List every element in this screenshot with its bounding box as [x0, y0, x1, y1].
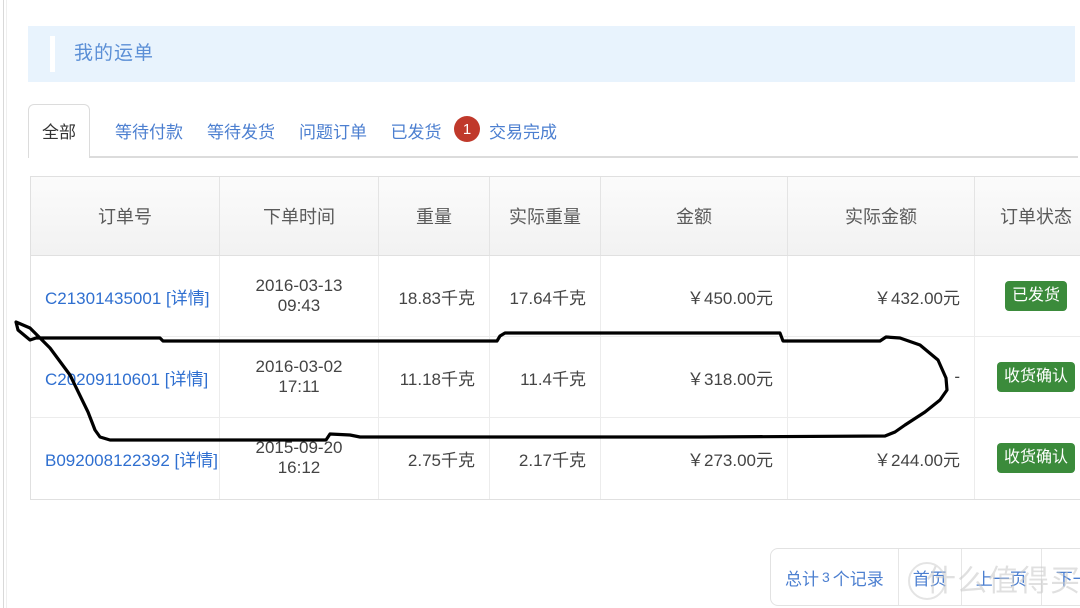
record-total-prefix: 总计 — [785, 569, 819, 589]
record-total-suffix: 个记录 — [832, 569, 884, 589]
cell-order-no: B092008122392 [详情] — [31, 417, 220, 499]
pagination-next-page[interactable]: 下一页 — [1042, 549, 1080, 605]
tab-label: 等待付款 — [115, 122, 183, 142]
cell-actual-weight: 11.4千克 — [489, 336, 601, 418]
page-left-border-inner — [6, 0, 7, 608]
tab-label: 已发货 — [390, 122, 442, 142]
header-accent-bar — [50, 36, 55, 72]
orders-table: 订单号 下单时间 重量 实际重量 金额 实际金额 订单状态 C213014350… — [31, 177, 1080, 499]
cell-actual-amount: - — [787, 336, 975, 418]
column-header-order-status: 订单状态 — [974, 177, 1080, 256]
status-badge[interactable]: 收货确认 — [996, 361, 1075, 393]
tab-label: 交易完成 — [489, 122, 557, 142]
order-no-text: C20209110601 — [45, 369, 161, 389]
pagination-prev-page[interactable]: 上一页 — [962, 549, 1042, 605]
tab-item-2[interactable]: 等待发货 — [196, 104, 286, 156]
page-title: 我的运单 — [74, 43, 155, 64]
order-detail-link[interactable]: B092008122392 [详情] — [45, 451, 218, 470]
column-header-order-time: 下单时间 — [219, 177, 379, 256]
pagination-bar: 总计 3 个记录 首页 上一页 下一页 — [770, 548, 1080, 606]
order-no-text: B092008122392 — [45, 450, 170, 470]
table-row: C21301435001 [详情] 2016-03-13 09:43 18.83千克… — [31, 255, 1080, 337]
tab-all-active[interactable]: 全部 — [28, 104, 90, 158]
order-status-tabs: 全部 等待付款 等待发货 问题订单 已发货 1 交易完成 — [28, 104, 1078, 158]
order-detail-label: [详情] — [164, 369, 209, 389]
order-detail-label: [详情] — [174, 450, 218, 470]
tab-label: 等待发货 — [207, 122, 275, 142]
record-total-count: 3 — [822, 569, 830, 585]
order-detail-link[interactable]: C21301435001 [详情] — [45, 289, 209, 308]
tabbar-baseline — [28, 156, 1078, 158]
cell-amount: ￥450.00元 — [600, 255, 788, 337]
status-badge[interactable]: 收货确认 — [996, 443, 1075, 474]
record-total: 总计 3 个记录 — [771, 549, 899, 605]
cell-amount: ￥273.00元 — [600, 417, 788, 499]
cell-order-time: 2016-03-02 17:11 — [219, 336, 379, 418]
tab-item-3[interactable]: 问题订单 — [288, 104, 378, 156]
cell-weight: 18.83千克 — [378, 255, 490, 337]
tab-label: 问题订单 — [299, 122, 367, 142]
cell-order-status: 收货确认 — [974, 417, 1080, 499]
column-header-amount: 金额 — [600, 177, 788, 256]
table-row: B092008122392 [详情] 2015-09-20 16:12 2.75千克… — [31, 417, 1080, 499]
cell-amount: ￥318.00元 — [600, 336, 788, 418]
cell-actual-amount: ￥244.00元 — [787, 417, 975, 499]
tab-item-1[interactable]: 等待付款 — [104, 104, 194, 156]
tab-item-4[interactable]: 已发货 — [380, 104, 452, 156]
cell-order-time: 2015-09-20 16:12 — [219, 417, 379, 499]
cell-actual-weight: 2.17千克 — [489, 417, 601, 499]
orders-table-body: C21301435001 [详情] 2016-03-13 09:43 18.83千克… — [31, 255, 1080, 499]
cell-weight: 2.75千克 — [378, 417, 490, 499]
cell-order-no: C21301435001 [详情] — [31, 255, 220, 337]
order-detail-label: [详情] — [166, 288, 210, 308]
pagination-first-page[interactable]: 首页 — [899, 549, 962, 605]
table-header-row: 订单号 下单时间 重量 实际重量 金额 实际金额 订单状态 — [31, 177, 1080, 256]
status-badge[interactable]: 已发货 — [1004, 280, 1067, 312]
cell-actual-weight: 17.64千克 — [489, 255, 601, 337]
order-no-text: C21301435001 — [45, 288, 162, 308]
page-left-border — [3, 0, 4, 608]
orders-table-head: 订单号 下单时间 重量 实际重量 金额 实际金额 订单状态 — [31, 177, 1080, 256]
column-header-order-no: 订单号 — [31, 177, 220, 256]
cell-actual-amount: ￥432.00元 — [787, 255, 975, 337]
order-list-page: 我的运单 全部 等待付款 等待发货 问题订单 已发货 1 交易完成 订单号 下单时间 重量 … — [0, 0, 1080, 608]
tab-label: 全部 — [42, 123, 76, 142]
tab-item-5[interactable]: 交易完成 — [478, 104, 568, 156]
order-detail-link[interactable]: C20209110601 [详情] — [45, 370, 208, 389]
orders-table-container: 订单号 下单时间 重量 实际重量 金额 实际金额 订单状态 C213014350… — [30, 176, 1080, 500]
cell-order-status: 收货确认 — [974, 336, 1080, 418]
cell-order-no: C20209110601 [详情] — [31, 336, 220, 418]
page-header: 我的运单 — [28, 26, 1075, 82]
column-header-weight: 重量 — [378, 177, 490, 256]
table-row: C20209110601 [详情] 2016-03-02 17:11 11.18千克… — [31, 336, 1080, 418]
tab-count-badge: 1 — [454, 116, 480, 142]
column-header-actual-amount: 实际金额 — [787, 177, 975, 256]
cell-order-time: 2016-03-13 09:43 — [219, 255, 379, 337]
column-header-actual-weight: 实际重量 — [489, 177, 601, 256]
cell-weight: 11.18千克 — [378, 336, 490, 418]
cell-order-status: 已发货 — [974, 255, 1080, 337]
